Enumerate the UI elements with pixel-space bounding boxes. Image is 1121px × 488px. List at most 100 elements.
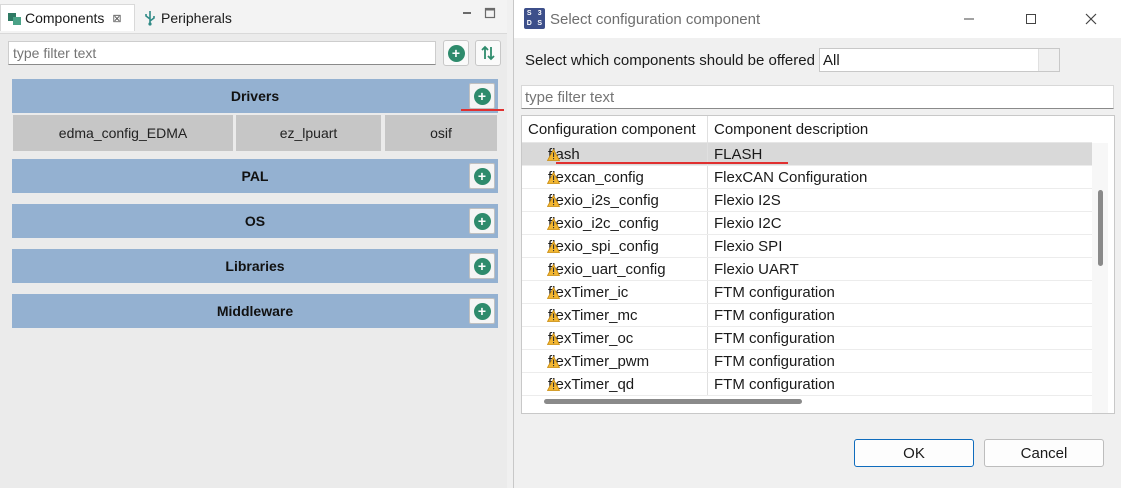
component-name: flexTimer_qd: [548, 375, 635, 393]
table-row[interactable]: flexio_i2c_config Flexio I2C: [522, 212, 1092, 235]
table-row[interactable]: flexio_uart_config Flexio UART: [522, 258, 1092, 281]
table-header: Configuration component Component descri…: [522, 116, 1092, 143]
plus-icon: +: [473, 87, 491, 105]
group-middleware[interactable]: Middleware +: [12, 294, 498, 328]
vertical-scrollbar[interactable]: [1092, 143, 1108, 413]
component-description: FTM configuration: [714, 352, 835, 370]
add-os-button[interactable]: +: [469, 208, 495, 234]
tab-peripherals-label: Peripherals: [161, 9, 232, 26]
dialog-titlebar: S3DS Select configuration component: [514, 0, 1121, 38]
component-name-cell: flexio_spi_config: [522, 235, 708, 257]
component-description: FlexCAN Configuration: [714, 168, 868, 186]
table-row[interactable]: flexio_spi_config Flexio SPI: [522, 235, 1092, 258]
component-name: flexio_i2s_config: [548, 191, 659, 209]
tab-components[interactable]: Components ⊠: [0, 4, 135, 31]
table-row[interactable]: flexTimer_ic FTM configuration: [522, 281, 1092, 304]
add-middleware-button[interactable]: +: [469, 298, 495, 324]
component-tile[interactable]: edma_config_EDMA: [13, 115, 233, 151]
table-row[interactable]: flexTimer_mc FTM configuration: [522, 304, 1092, 327]
view-tab-bar: Components ⊠ Peripherals: [0, 0, 507, 33]
column-header-component[interactable]: Configuration component: [522, 116, 708, 143]
annotation-underline: [461, 109, 504, 111]
usb-icon: [142, 10, 158, 26]
component-description: Flexio I2C: [714, 214, 782, 232]
component-description: FTM configuration: [714, 329, 835, 347]
component-name-cell: flexio_i2s_config: [522, 189, 708, 211]
cancel-button[interactable]: Cancel: [984, 439, 1104, 467]
component-name: flexio_i2c_config: [548, 214, 659, 232]
vertical-scroll-thumb[interactable]: [1098, 190, 1103, 266]
component-description: FTM configuration: [714, 283, 835, 301]
group-middleware-label: Middleware: [216, 303, 294, 319]
table-row[interactable]: flexTimer_pwm FTM configuration: [522, 350, 1092, 373]
group-drivers[interactable]: Drivers +: [12, 79, 498, 113]
table-row[interactable]: flexio_i2s_config Flexio I2S: [522, 189, 1092, 212]
component-name-cell: flexTimer_qd: [522, 373, 708, 395]
annotation-underline: [556, 162, 788, 164]
component-name-cell: flexTimer_oc: [522, 327, 708, 349]
component-description: Flexio SPI: [714, 237, 783, 255]
component-name: flexio_uart_config: [548, 260, 666, 278]
dialog-title: Select configuration component: [550, 11, 761, 28]
component-description: Flexio I2S: [714, 191, 781, 209]
components-view: Components ⊠ Peripherals + Drivers +: [0, 0, 507, 488]
minimize-window-icon[interactable]: [957, 8, 981, 30]
warning-icon: [546, 332, 561, 345]
components-icon: [6, 10, 22, 26]
component-tile[interactable]: ez_lpuart: [236, 115, 381, 151]
component-description: FTM configuration: [714, 375, 835, 393]
component-name: flexTimer_ic: [548, 283, 629, 301]
maximize-view-icon[interactable]: [484, 7, 496, 22]
minimize-view-icon[interactable]: [461, 7, 473, 21]
add-driver-button[interactable]: +: [469, 83, 495, 109]
table-row[interactable]: flexTimer_qd FTM configuration: [522, 373, 1092, 396]
component-name-cell: flexio_uart_config: [522, 258, 708, 280]
ok-button[interactable]: OK: [854, 439, 974, 467]
warning-icon: [546, 378, 561, 391]
table-row[interactable]: flexcan_config FlexCAN Configuration: [522, 166, 1092, 189]
table-row[interactable]: flexTimer_oc FTM configuration: [522, 327, 1092, 350]
add-pal-button[interactable]: +: [469, 163, 495, 189]
tab-peripherals[interactable]: Peripherals: [140, 4, 232, 31]
tab-components-label: Components: [25, 10, 105, 26]
component-name-cell: flexTimer_ic: [522, 281, 708, 303]
component-name-cell: flexTimer_mc: [522, 304, 708, 326]
component-description: Flexio UART: [714, 260, 799, 278]
close-window-icon[interactable]: [1079, 8, 1103, 30]
warning-icon: [546, 217, 561, 230]
component-name: flexio_spi_config: [548, 237, 659, 255]
group-pal[interactable]: PAL +: [12, 159, 498, 193]
group-libraries-label: Libraries: [225, 258, 285, 274]
offer-select[interactable]: All: [819, 48, 1060, 72]
warning-icon: [546, 171, 561, 184]
plus-icon: +: [473, 257, 491, 275]
dropdown-icon[interactable]: [1038, 49, 1059, 71]
horizontal-scroll-thumb[interactable]: [544, 399, 802, 404]
component-name: flexTimer_pwm: [548, 352, 650, 370]
component-description: FTM configuration: [714, 306, 835, 324]
warning-icon: [546, 148, 561, 161]
dialog-filter-input[interactable]: [521, 85, 1114, 109]
component-name: flexTimer_oc: [548, 329, 634, 347]
component-tile[interactable]: osif: [385, 115, 497, 151]
sort-button[interactable]: [475, 40, 501, 66]
group-os[interactable]: OS +: [12, 204, 498, 238]
group-libraries[interactable]: Libraries +: [12, 249, 498, 283]
component-tile-label: edma_config_EDMA: [58, 125, 188, 141]
select-component-dialog: S3DS Select configuration component Sele…: [513, 0, 1121, 488]
offer-label: Select which components should be offere…: [525, 52, 815, 69]
component-name-cell: flexcan_config: [522, 166, 708, 188]
components-filter-input[interactable]: [8, 41, 436, 65]
column-header-description[interactable]: Component description: [708, 116, 868, 143]
warning-icon: [546, 286, 561, 299]
add-component-button[interactable]: +: [443, 40, 469, 66]
warning-icon: [546, 309, 561, 322]
maximize-window-icon[interactable]: [1019, 8, 1043, 30]
plus-icon: +: [473, 302, 491, 320]
group-pal-label: PAL: [241, 168, 269, 184]
close-tab-icon[interactable]: ⊠: [112, 12, 121, 25]
add-library-button[interactable]: +: [469, 253, 495, 279]
component-name-cell: flexTimer_pwm: [522, 350, 708, 372]
plus-icon: +: [447, 44, 465, 62]
components-table: Configuration component Component descri…: [521, 115, 1115, 414]
